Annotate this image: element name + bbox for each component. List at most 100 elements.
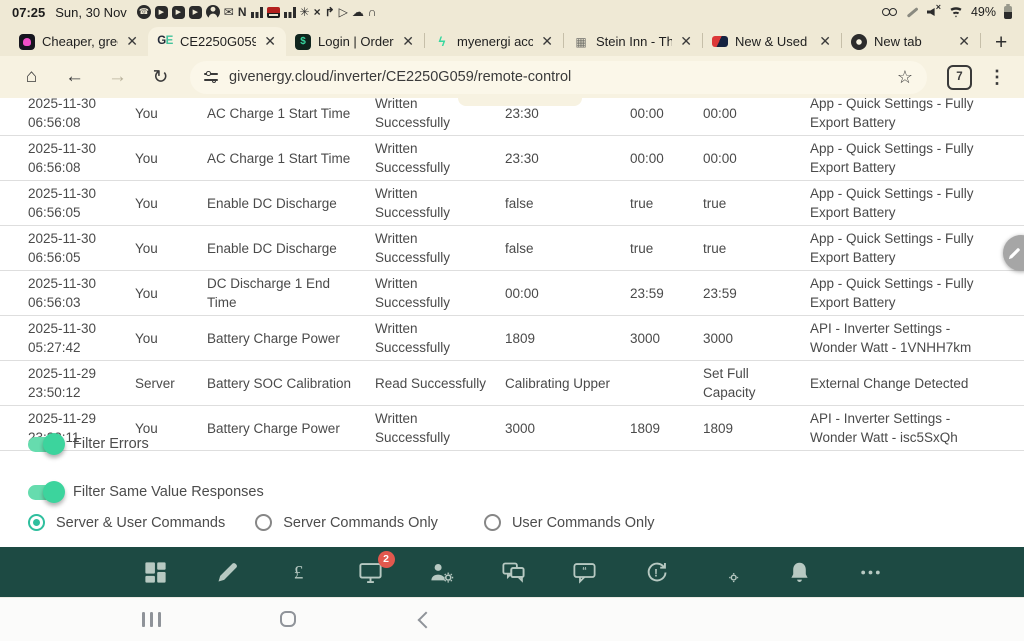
gmail-icon: ✉ xyxy=(224,6,234,18)
heart-settings-icon[interactable] xyxy=(714,559,741,586)
cell-new-value: 00:00 xyxy=(703,101,810,126)
status-bar: 07:25 Sun, 30 Nov ☎▶▶▶✉N✳×↱▷☁∩ 49% xyxy=(0,0,1024,24)
tab-close-icon[interactable]: ✕ xyxy=(818,33,832,50)
omnibox-notch xyxy=(458,98,582,106)
tab-close-icon[interactable]: ✕ xyxy=(957,33,971,50)
pencil-icon[interactable] xyxy=(214,559,241,586)
chat-icon[interactable] xyxy=(500,559,527,586)
omnibox[interactable]: givenergy.cloud/inverter/CE2250G059/remo… xyxy=(190,61,927,94)
cell-new-value: 00:00 xyxy=(703,146,810,171)
tab-strip: Cheaper, gree✕GECE2250G059✕$Login | Orde… xyxy=(0,24,1024,56)
browser-tab[interactable]: GECE2250G059✕ xyxy=(148,27,286,56)
toggle-label: Filter Errors xyxy=(73,436,149,452)
cell-datetime: 2025-11-30 06:56:08 xyxy=(28,98,135,135)
browser-tab[interactable]: $Login | Orders✕ xyxy=(286,27,424,56)
dashboard-icon[interactable] xyxy=(142,559,169,586)
cell-setting: Battery Charge Power xyxy=(207,326,375,351)
radio-icon[interactable] xyxy=(28,514,45,531)
givenergy-icon: GE xyxy=(157,34,173,50)
url-text[interactable]: givenergy.cloud/inverter/CE2250G059/remo… xyxy=(229,69,886,85)
radio-option[interactable]: User Commands Only xyxy=(484,514,655,531)
home-nav-button[interactable] xyxy=(280,611,296,627)
toggle-switch[interactable] xyxy=(28,437,60,452)
table-row: 2025-11-30 05:27:42YouBattery Charge Pow… xyxy=(0,316,1024,361)
forward-button[interactable]: → xyxy=(96,66,139,88)
back-button[interactable]: ← xyxy=(53,66,96,88)
tab-switcher-button[interactable]: 7 xyxy=(947,65,972,90)
cell-value: false xyxy=(505,236,630,261)
cell-prev-value xyxy=(630,380,703,386)
radio-icon[interactable] xyxy=(484,514,501,531)
new-tab-button[interactable]: + xyxy=(995,32,1007,53)
radio-option[interactable]: Server Commands Only xyxy=(255,514,438,531)
recents-button[interactable] xyxy=(142,612,161,627)
radio-icon[interactable] xyxy=(255,514,272,531)
cell-datetime: 2025-11-30 06:56:03 xyxy=(28,271,135,315)
youtube-icon: ▶ xyxy=(189,6,202,19)
browser-tab[interactable]: Cheaper, gree✕ xyxy=(10,27,148,56)
browser-tab[interactable]: ▦Stein Inn - Th✕ xyxy=(564,27,702,56)
svg-text:“: “ xyxy=(582,565,587,576)
keys-icon xyxy=(882,7,898,17)
cell-setting: Enable DC Discharge xyxy=(207,191,375,216)
cell-value: 00:00 xyxy=(505,281,630,306)
cell-datetime: 2025-11-30 06:56:05 xyxy=(28,226,135,270)
cell-value: 23:30 xyxy=(505,146,630,171)
cell-setting: Battery SOC Calibration xyxy=(207,371,375,396)
asterisk-icon: ✳ xyxy=(300,6,310,18)
tab-separator xyxy=(980,33,981,48)
command-filter-radios: Server & User Commands Server Commands On… xyxy=(28,514,685,531)
bookmark-star-icon[interactable]: ☆ xyxy=(897,67,913,88)
chart-icon xyxy=(251,6,263,18)
cell-prev-value: 1809 xyxy=(630,416,703,441)
cell-new-value: 23:59 xyxy=(703,281,810,306)
cell-prev-value: true xyxy=(630,236,703,261)
chart-icon xyxy=(284,6,296,18)
more-icon[interactable] xyxy=(857,559,884,586)
browser-tab[interactable]: New tab✕ xyxy=(842,27,980,56)
android-nav-bar xyxy=(0,597,1024,641)
battery-icon xyxy=(1004,6,1012,19)
browser-tab[interactable]: New & Used C✕ xyxy=(703,27,841,56)
toggle-switch[interactable] xyxy=(28,485,60,500)
share-icon: ↱ xyxy=(325,6,335,18)
tab-title: myenergi acc xyxy=(457,34,533,49)
bell-icon[interactable] xyxy=(786,559,813,586)
home-button[interactable]: ⌂ xyxy=(10,66,53,88)
tab-close-icon[interactable]: ✕ xyxy=(263,33,277,50)
pound-icon[interactable]: £ xyxy=(285,559,312,586)
table-row: 2025-11-30 06:56:08YouAC Charge 1 Start … xyxy=(0,136,1024,181)
feedback-icon[interactable]: “ xyxy=(571,559,598,586)
radio-option[interactable]: Server & User Commands xyxy=(28,514,225,531)
sync-icon[interactable]: ! xyxy=(643,559,670,586)
table-row: 2025-11-29 23:50:12ServerBattery SOC Cal… xyxy=(0,361,1024,406)
toggle-label: Filter Same Value Responses xyxy=(73,484,264,500)
cell-source: External Change Detected xyxy=(810,371,1008,396)
tab-close-icon[interactable]: ✕ xyxy=(540,33,554,50)
back-nav-button[interactable] xyxy=(418,612,435,629)
cell-prev-value: 3000 xyxy=(630,326,703,351)
cell-status: Written Successfully xyxy=(375,181,505,225)
monitor-icon[interactable]: 2 xyxy=(357,559,384,586)
cell-status: Written Successfully xyxy=(375,226,505,270)
play-icon: ▷ xyxy=(339,6,348,18)
cell-status: Written Successfully xyxy=(375,406,505,450)
command-history-table: 2025-11-30 06:56:08YouAC Charge 1 Start … xyxy=(0,98,1024,451)
radio-label: Server & User Commands xyxy=(56,515,225,531)
tab-close-icon[interactable]: ✕ xyxy=(125,33,139,50)
cell-new-value: true xyxy=(703,191,810,216)
cell-actor: You xyxy=(135,101,207,126)
site-settings-icon[interactable] xyxy=(204,70,218,84)
cell-new-value: true xyxy=(703,236,810,261)
user-settings-icon[interactable] xyxy=(428,559,455,586)
reload-button[interactable]: ↻ xyxy=(139,66,182,89)
bolt-icon: ϟ xyxy=(434,34,450,50)
browser-menu-button[interactable]: ⋮ xyxy=(988,67,1006,88)
cell-setting: Enable DC Discharge xyxy=(207,236,375,261)
tab-close-icon[interactable]: ✕ xyxy=(401,33,415,50)
flag-icon xyxy=(712,36,728,47)
radio-label: Server Commands Only xyxy=(283,515,438,531)
tab-close-icon[interactable]: ✕ xyxy=(679,33,693,50)
cloud-icon: ☁ xyxy=(352,6,364,18)
browser-tab[interactable]: ϟ myenergi acc ✕ xyxy=(425,27,563,56)
